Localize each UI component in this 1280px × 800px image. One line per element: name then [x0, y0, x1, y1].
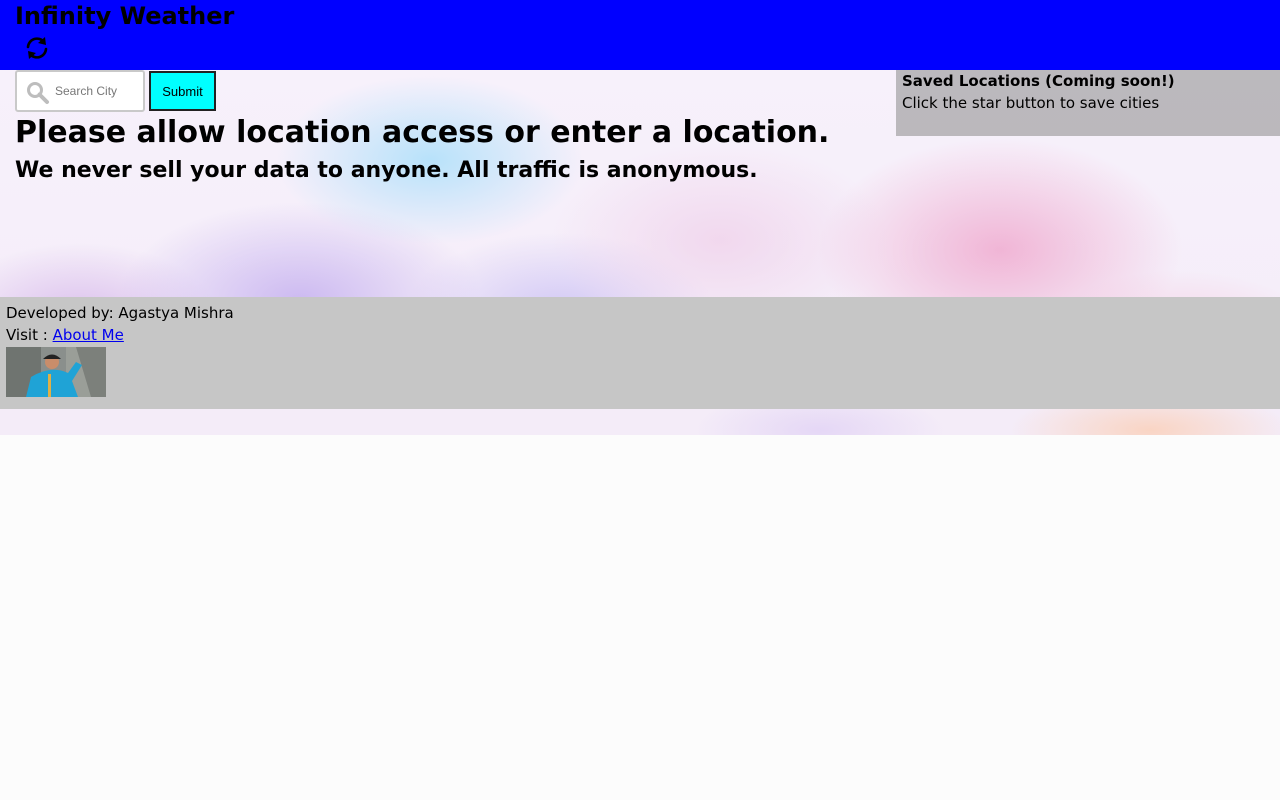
visit-prefix: Visit : [6, 326, 53, 344]
developer-photo [6, 347, 106, 397]
search-box[interactable] [15, 70, 145, 112]
saved-locations-panel: Saved Locations (Coming soon!) Click the… [896, 70, 1280, 136]
app-header: Infinity Weather [0, 0, 1280, 70]
developer-credit: Developed by: Agastya Mishra [6, 304, 234, 322]
search-icon [26, 81, 50, 105]
footer: Developed by: Agastya Mishra Visit : Abo… [0, 297, 1280, 409]
privacy-note: We never sell your data to anyone. All t… [15, 158, 758, 183]
location-prompt-title: Please allow location access or enter a … [15, 115, 830, 150]
saved-locations-description: Click the star button to save cities [902, 94, 1160, 112]
submit-button[interactable]: Submit [149, 71, 216, 111]
app-title: Infinity Weather [15, 2, 235, 30]
refresh-icon[interactable] [22, 33, 52, 63]
visit-line: Visit : About Me [6, 324, 1274, 346]
search-input[interactable] [55, 80, 139, 102]
saved-locations-title: Saved Locations (Coming soon!) [902, 72, 1175, 90]
about-me-link[interactable]: About Me [53, 326, 124, 344]
